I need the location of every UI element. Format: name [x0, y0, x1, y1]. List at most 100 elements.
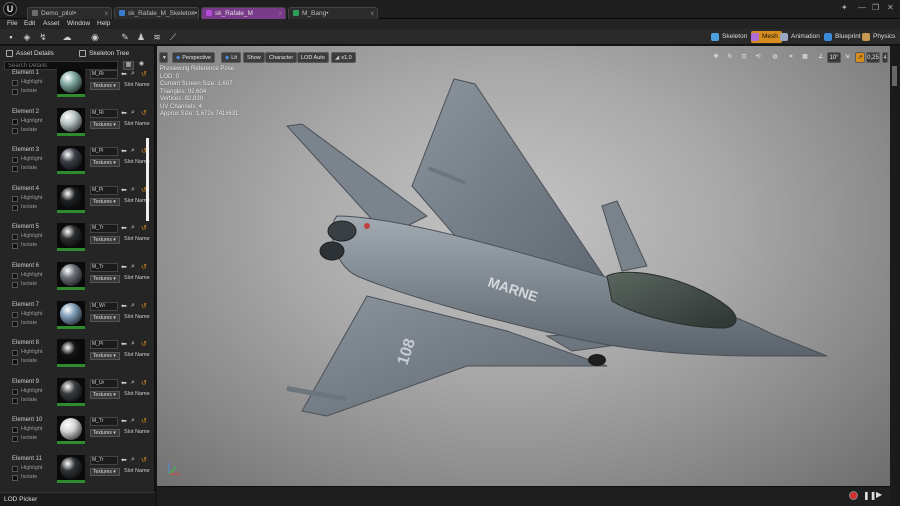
mode-skeleton[interactable]: Skeleton	[711, 31, 747, 43]
view-options-icon[interactable]: ◉	[136, 61, 147, 70]
textures-dropdown[interactable]: Textures ▾	[90, 82, 120, 90]
reset-icon[interactable]: ↺	[141, 379, 147, 387]
use-selected-icon[interactable]: ⬅	[121, 263, 127, 271]
material-thumbnail[interactable]	[57, 184, 85, 213]
character-icon[interactable]: ♟	[134, 31, 148, 43]
highlight-checkbox[interactable]	[12, 273, 18, 279]
viewport-options-button[interactable]: ▾	[159, 52, 168, 63]
jet-model[interactable]: MARNE 108	[217, 66, 837, 456]
textures-dropdown[interactable]: Textures ▾	[90, 197, 120, 206]
isolate-checkbox[interactable]	[12, 89, 18, 95]
textures-dropdown[interactable]: Textures ▾	[90, 352, 120, 361]
rotate-icon[interactable]: ↻	[724, 52, 736, 63]
highlight-checkbox[interactable]	[12, 311, 18, 318]
record-button[interactable]	[849, 491, 858, 500]
next-frame-button[interactable]: ▶	[876, 490, 882, 499]
use-selected-icon[interactable]: ⬅	[121, 70, 127, 78]
highlight-checkbox[interactable]	[12, 80, 18, 86]
isolate-checkbox[interactable]	[12, 243, 18, 250]
browse-icon[interactable]: ⌕	[131, 456, 135, 464]
material-thumbnail[interactable]	[57, 146, 85, 175]
textures-dropdown[interactable]: Textures ▾	[90, 429, 120, 438]
tab-asset-details[interactable]: Asset Details	[4, 48, 54, 59]
browse-icon[interactable]: ⌕	[131, 417, 135, 425]
browse-icon[interactable]: ⌕	[131, 379, 135, 387]
minimize-button[interactable]: —	[858, 3, 866, 12]
browse-icon[interactable]: ⌕	[131, 263, 135, 271]
menu-file[interactable]: File	[7, 19, 17, 29]
material-name-field[interactable]: M_Ri	[90, 70, 118, 79]
textures-dropdown[interactable]: Textures ▾	[90, 120, 120, 129]
highlight-checkbox[interactable]	[12, 350, 18, 357]
brush-icon[interactable]: ⟋	[166, 31, 180, 43]
browse-icon[interactable]: ⌕	[131, 224, 135, 232]
material-thumbnail[interactable]	[57, 416, 85, 445]
highlight-checkbox[interactable]	[12, 427, 18, 434]
save-icon[interactable]: ▪	[4, 31, 18, 43]
browse-icon[interactable]: ⌕	[131, 186, 135, 194]
menu-help[interactable]: Help	[97, 19, 110, 29]
tab-skeleton-tree[interactable]: Skeleton Tree	[77, 48, 129, 59]
pin-icon[interactable]: ✎	[118, 31, 132, 43]
isolate-checkbox[interactable]	[12, 397, 18, 404]
material-name-field[interactable]: M_Ur	[90, 378, 118, 388]
lod-auto-button[interactable]: LOD Auto	[297, 52, 329, 63]
property-matrix-icon[interactable]: ▦	[123, 61, 134, 70]
lod-picker[interactable]: LOD Picker	[0, 492, 155, 506]
rotation-snap-value[interactable]: 10°	[827, 52, 841, 63]
use-selected-icon[interactable]: ⬅	[121, 340, 127, 348]
reset-icon[interactable]: ↺	[141, 456, 147, 464]
material-name-field[interactable]: M_Pi	[90, 147, 118, 157]
grid-snap-icon[interactable]: ▦	[799, 52, 811, 63]
pause-button[interactable]: ❚❚	[863, 491, 876, 500]
highlight-checkbox[interactable]	[12, 118, 18, 125]
unreal-logo-icon[interactable]: U	[3, 2, 17, 16]
tab-demo-pilot[interactable]: Demo_pilot• x	[27, 7, 112, 19]
material-thumbnail[interactable]	[57, 300, 85, 329]
translate-icon[interactable]: ✥	[710, 52, 722, 63]
material-name-field[interactable]: M_Tr	[90, 224, 118, 234]
show-button[interactable]: Show	[243, 52, 265, 63]
material-name-field[interactable]: M_Tr	[90, 263, 118, 272]
material-name-field[interactable]: M_Tr	[90, 417, 118, 427]
isolate-checkbox[interactable]	[12, 282, 18, 288]
isolate-checkbox[interactable]	[12, 166, 18, 173]
material-thumbnail[interactable]	[57, 107, 85, 136]
browse-icon[interactable]: ⌕	[131, 147, 135, 155]
browse-icon[interactable]: ◈	[20, 31, 34, 43]
browse-icon[interactable]: ⌕	[131, 302, 135, 310]
browse-icon[interactable]: ⌕	[131, 109, 135, 117]
highlight-checkbox[interactable]	[12, 195, 18, 202]
material-thumbnail[interactable]	[57, 455, 85, 483]
textures-dropdown[interactable]: Textures ▾	[90, 275, 120, 283]
highlight-checkbox[interactable]	[12, 388, 18, 395]
textures-dropdown[interactable]: Textures ▾	[90, 313, 120, 322]
textures-dropdown[interactable]: Textures ▾	[90, 390, 120, 399]
mode-blueprint[interactable]: Blueprint	[824, 31, 861, 43]
highlight-checkbox[interactable]	[12, 234, 18, 241]
scrollbar[interactable]	[146, 138, 149, 221]
isolate-checkbox[interactable]	[12, 204, 18, 211]
isolate-checkbox[interactable]	[12, 475, 18, 481]
surface-snap-icon[interactable]: ⌗	[785, 52, 797, 63]
close-icon[interactable]: x	[279, 8, 282, 19]
material-name-field[interactable]: M_Wi	[90, 301, 118, 311]
reset-icon[interactable]: ↺	[141, 70, 147, 78]
textures-dropdown[interactable]: Textures ▾	[90, 236, 120, 245]
isolate-checkbox[interactable]	[12, 359, 18, 366]
material-name-field[interactable]: M_Pi	[90, 340, 118, 350]
character-button[interactable]: Character	[265, 52, 298, 63]
menu-asset[interactable]: Asset	[43, 19, 59, 29]
use-selected-icon[interactable]: ⬅	[121, 302, 127, 310]
tab-skeletal-mesh[interactable]: sk_Rafale_M x	[201, 7, 286, 19]
close-icon[interactable]: x	[105, 8, 108, 19]
material-thumbnail[interactable]	[57, 262, 85, 290]
browse-icon[interactable]: ⌕	[131, 340, 135, 348]
isolate-checkbox[interactable]	[12, 127, 18, 134]
reset-icon[interactable]: ↺	[141, 109, 147, 117]
playback-speed-button[interactable]: ◢ x1,0	[331, 52, 356, 63]
viewport[interactable]: ▾ ◆ Perspective ◆ Lit Show Character LOD A…	[157, 46, 890, 486]
use-selected-icon[interactable]: ⬅	[121, 147, 127, 155]
scale-snap-value[interactable]: 0,25	[866, 52, 880, 63]
close-icon[interactable]: x	[371, 8, 374, 19]
